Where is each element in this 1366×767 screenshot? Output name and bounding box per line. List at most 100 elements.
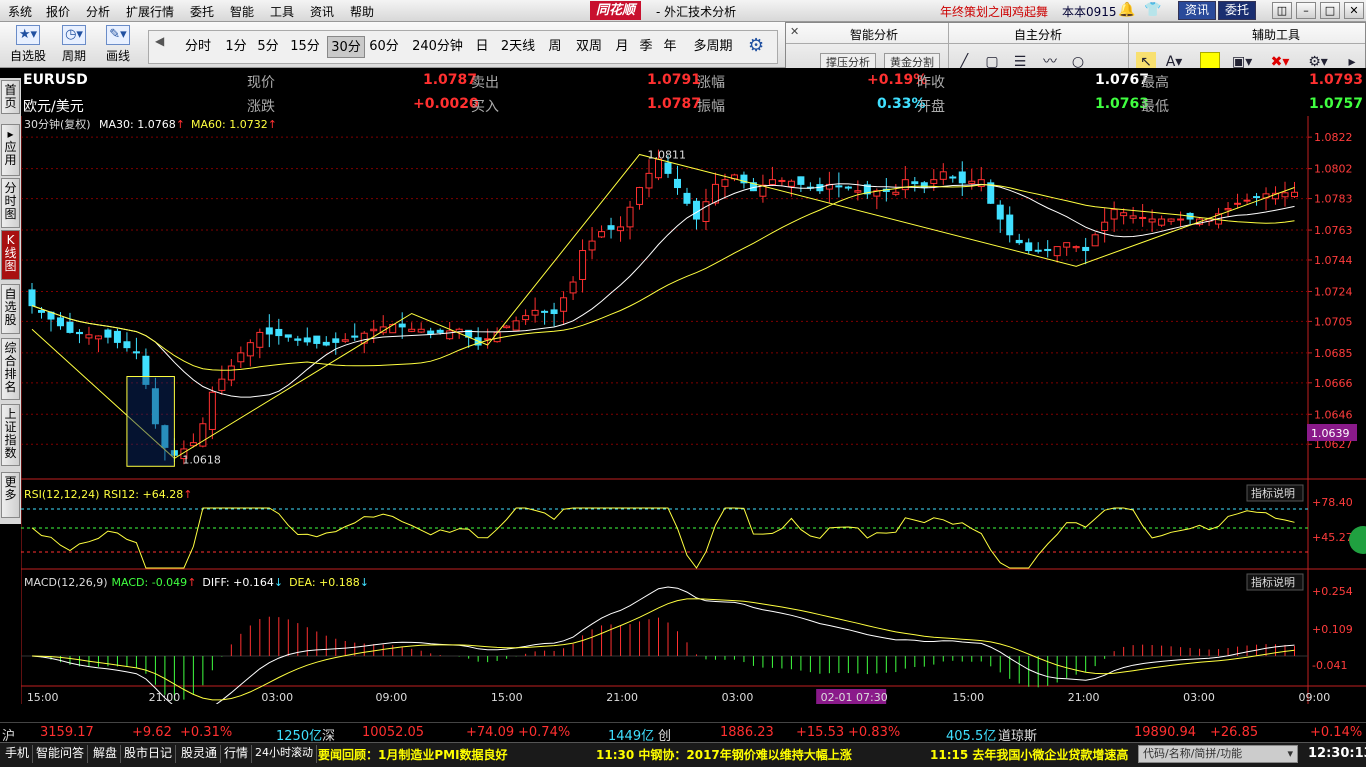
value-high: 1.0793 bbox=[1309, 72, 1364, 88]
y-tick-label: 1.0685 bbox=[1314, 347, 1353, 360]
candle-body bbox=[417, 328, 425, 333]
news-ticker-3[interactable]: 11:15 去年我国小微企业贷款增速高 bbox=[930, 746, 1136, 763]
candle-body bbox=[522, 315, 530, 321]
candle-body bbox=[1129, 215, 1137, 219]
minimize-icon[interactable]: – bbox=[1296, 2, 1316, 19]
period-multi[interactable]: 多周期 bbox=[688, 36, 738, 58]
candle-body bbox=[503, 325, 511, 329]
gear-icon[interactable]: ⚙ bbox=[748, 35, 764, 56]
period-month[interactable]: 月 bbox=[613, 36, 631, 58]
rsi-label: RSI(12,12,24) RSI12: +64.28↑ bbox=[24, 488, 192, 501]
period-quarter[interactable]: 季 bbox=[637, 36, 655, 58]
period-year[interactable]: 年 bbox=[661, 36, 679, 58]
tab-kline[interactable]: K线图 bbox=[1, 230, 20, 280]
candle-body bbox=[797, 176, 805, 185]
period-biweek[interactable]: 双周 bbox=[572, 36, 606, 58]
x-tick-label: 21:00 bbox=[1068, 691, 1100, 704]
news-ticker-1[interactable]: 要闻回顾：1月制造业PMI数据良好 bbox=[318, 746, 508, 763]
maximize-icon[interactable]: □ bbox=[1320, 2, 1340, 19]
search-input[interactable]: 代码/名称/简拼/功能 ▾ bbox=[1138, 745, 1298, 763]
status-analysis[interactable]: 解盘 bbox=[90, 745, 122, 763]
rsi-tick-mid: +45.27 bbox=[1312, 531, 1353, 544]
menu-news[interactable]: 资讯 bbox=[310, 3, 334, 20]
draw-line-tool[interactable]: ✎▾ 画线 bbox=[96, 25, 140, 65]
search-dropdown-icon[interactable]: ▾ bbox=[1287, 746, 1293, 762]
period-week[interactable]: 周 bbox=[546, 36, 564, 58]
cycle-tool[interactable]: ◷▾ 周期 bbox=[52, 25, 96, 65]
menu-analysis[interactable]: 分析 bbox=[86, 3, 110, 20]
menu-system[interactable]: 系统 bbox=[8, 3, 32, 20]
menu-tools[interactable]: 工具 bbox=[270, 3, 294, 20]
candle-body bbox=[1063, 242, 1071, 248]
tab-watchlist[interactable]: 自选股 bbox=[1, 284, 20, 334]
symbol: EURUSD bbox=[23, 72, 88, 88]
scroll-left-icon[interactable]: ◀ bbox=[155, 34, 164, 48]
tab-ranking[interactable]: 综合排名 bbox=[1, 338, 20, 400]
y-tick-label: 1.0822 bbox=[1314, 131, 1353, 144]
promo-link[interactable]: 年终策划之闻鸡起舞 bbox=[940, 3, 1048, 20]
high-annotation: 1.0811 bbox=[648, 148, 687, 161]
macd-help-button[interactable]: 指标说明 bbox=[1251, 575, 1295, 589]
chart-area[interactable]: 1.0822 1.0802 1.0783 1.0763 1.0744 1.0724 1.07… bbox=[20, 116, 1366, 715]
period-240m[interactable]: 240分钟 bbox=[410, 36, 465, 58]
candle-body bbox=[1053, 246, 1061, 257]
status-linktong[interactable]: 股灵通 bbox=[178, 745, 222, 763]
restore-icon[interactable]: ◫ bbox=[1272, 2, 1292, 19]
status-24h[interactable]: 24小时滚动 bbox=[252, 745, 317, 763]
x-tick-label: 09:00 bbox=[1299, 691, 1331, 704]
news-button[interactable]: 资讯 bbox=[1178, 1, 1217, 20]
shirt-icon[interactable]: 👕 bbox=[1144, 2, 1161, 18]
period-day[interactable]: 日 bbox=[473, 36, 491, 58]
y-tick-label: 1.0724 bbox=[1314, 285, 1353, 298]
menu-extended-quote[interactable]: 扩展行情 bbox=[126, 3, 174, 20]
dj-change: +26.85 bbox=[1210, 725, 1259, 740]
panel-close-icon[interactable]: ✕ bbox=[790, 25, 799, 38]
label-pct: 涨幅 bbox=[697, 75, 725, 91]
menu-help[interactable]: 帮助 bbox=[350, 3, 374, 20]
news-ticker-2[interactable]: 11:30 中钢协：2017年钢价难以维持大幅上涨 bbox=[596, 746, 852, 763]
kline-chart[interactable]: 1.0822 1.0802 1.0783 1.0763 1.0744 1.0724 1.07… bbox=[20, 116, 1366, 715]
candle-body bbox=[1082, 246, 1090, 252]
period-30m[interactable]: 30分 bbox=[327, 36, 365, 58]
candle-body bbox=[768, 179, 776, 186]
y-tick-label: 1.0705 bbox=[1314, 315, 1353, 328]
tab-timeshare[interactable]: 分时图 bbox=[1, 178, 20, 228]
period-5m[interactable]: 5分 bbox=[254, 36, 282, 58]
period-15m[interactable]: 15分 bbox=[288, 36, 322, 58]
close-icon[interactable]: ✕ bbox=[1344, 2, 1364, 19]
candle-body bbox=[645, 172, 653, 189]
bell-icon[interactable]: 🔔 bbox=[1118, 2, 1135, 18]
rsi-help-button[interactable]: 指标说明 bbox=[1251, 486, 1295, 500]
candle-body bbox=[673, 178, 681, 189]
tab-home[interactable]: 首页 bbox=[1, 80, 20, 114]
menu-trade[interactable]: 委托 bbox=[190, 3, 214, 20]
watchlist-tool[interactable]: ★▾ 自选股 bbox=[6, 25, 50, 65]
candle-body bbox=[1253, 196, 1261, 199]
candle-body bbox=[446, 330, 454, 340]
tab-sh-index[interactable]: 上证指数 bbox=[1, 404, 20, 466]
status-market[interactable]: 行情 bbox=[221, 745, 253, 763]
sz-value: 10052.05 bbox=[362, 725, 425, 740]
candle-body bbox=[569, 281, 577, 294]
candle-body bbox=[1015, 239, 1023, 244]
status-diary[interactable]: 股市日记 bbox=[121, 745, 177, 763]
label-open: 开盘 bbox=[917, 99, 945, 115]
toolbar: ★▾ 自选股 ◷▾ 周期 ✎▾ 画线 ◀ 分时 1分 5分 15分 30分 60分 2… bbox=[0, 22, 785, 68]
tab-more[interactable]: 更多 bbox=[1, 472, 20, 518]
sz-change: +74.09 bbox=[466, 725, 515, 740]
status-mobile[interactable]: 手机 bbox=[2, 745, 34, 763]
candle-body bbox=[512, 320, 520, 331]
period-timeshare[interactable]: 分时 bbox=[183, 36, 213, 58]
candle-body bbox=[579, 250, 587, 280]
candle-body bbox=[284, 334, 292, 338]
menu-quote[interactable]: 报价 bbox=[46, 3, 70, 20]
period-2day[interactable]: 2天线 bbox=[500, 36, 536, 58]
macd-tick-high: +0.254 bbox=[1312, 585, 1353, 598]
period-60m[interactable]: 60分 bbox=[368, 36, 400, 58]
status-qa[interactable]: 智能问答 bbox=[33, 745, 89, 763]
trade-button[interactable]: 委托 bbox=[1218, 1, 1257, 20]
period-1m[interactable]: 1分 bbox=[222, 36, 250, 58]
candle-body bbox=[911, 181, 919, 185]
tab-apps[interactable]: ▸ 应用 bbox=[1, 124, 20, 176]
menu-smart[interactable]: 智能 bbox=[230, 3, 254, 20]
